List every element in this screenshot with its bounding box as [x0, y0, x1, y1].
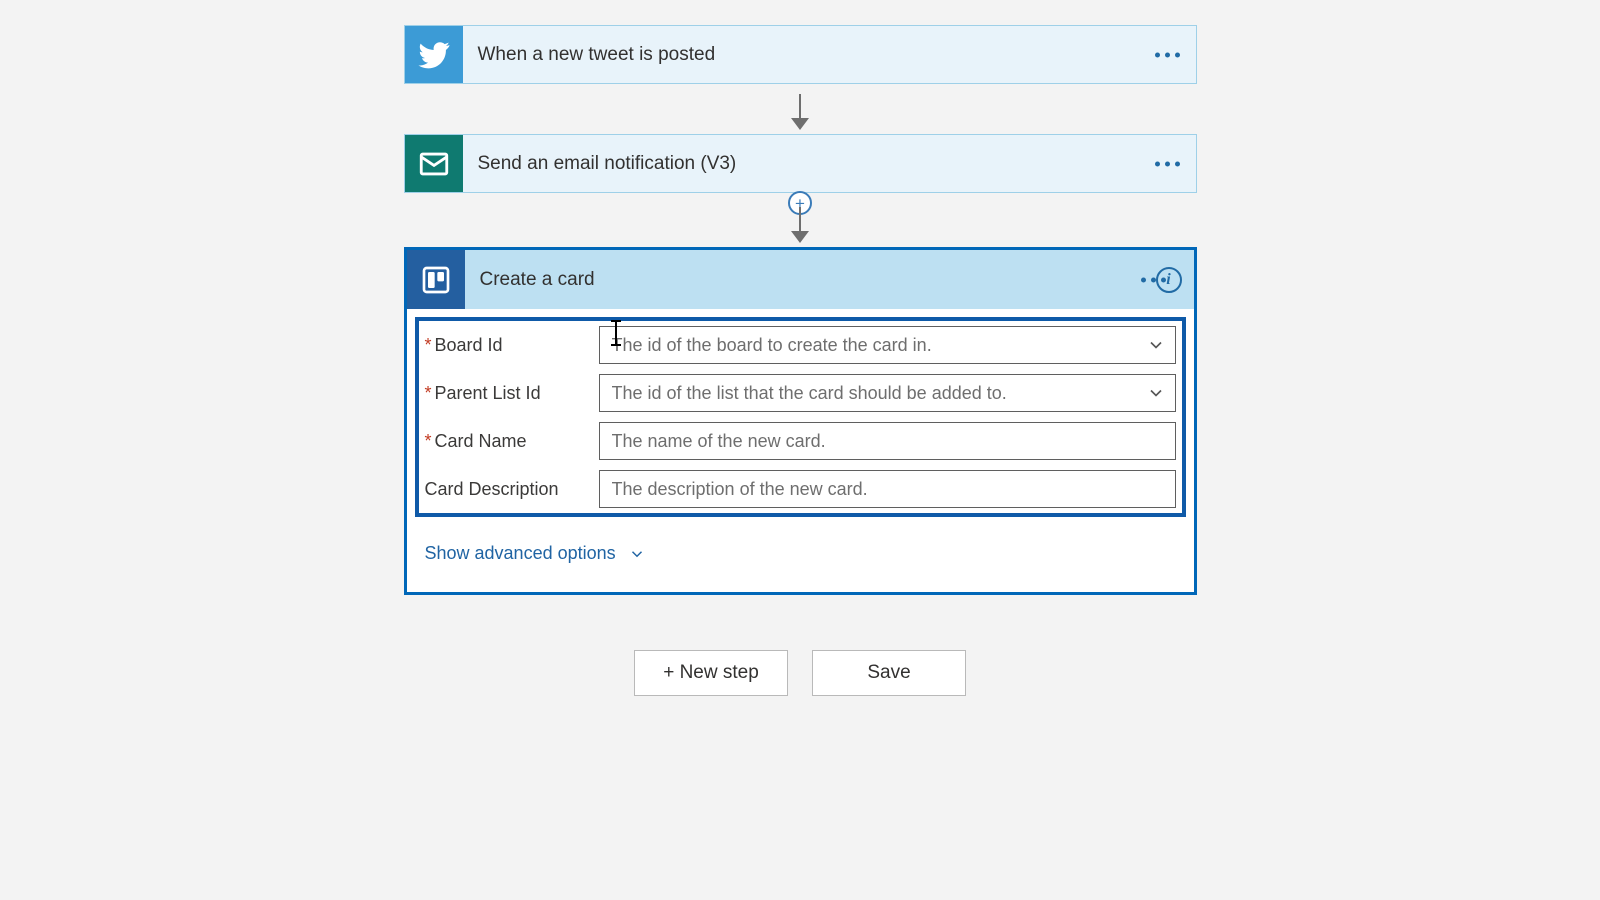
step-create-card-header[interactable]: Create a card i — [407, 250, 1194, 309]
label-board-id: Board Id — [425, 335, 599, 356]
step-create-card: Create a card i Board Id Parent List Id — [404, 247, 1197, 595]
field-board-id: Board Id — [425, 326, 1176, 364]
flow-canvas: When a new tweet is posted Send an email… — [404, 0, 1197, 696]
field-card-name: Card Name — [425, 422, 1176, 460]
input-board-id[interactable] — [599, 326, 1176, 364]
input-card-description[interactable] — [599, 470, 1176, 508]
step-title: Send an email notification (V3) — [478, 153, 737, 175]
trello-icon — [407, 250, 465, 309]
label-card-description: Card Description — [425, 479, 599, 500]
save-button[interactable]: Save — [812, 650, 966, 696]
show-advanced-options[interactable]: Show advanced options — [407, 525, 1194, 592]
more-icon[interactable] — [1155, 52, 1180, 57]
input-card-name[interactable] — [599, 422, 1176, 460]
fields-panel: Board Id Parent List Id — [415, 317, 1186, 517]
step-title: When a new tweet is posted — [478, 44, 716, 66]
footer-buttons: + New step Save — [634, 650, 966, 696]
input-parent-list-id[interactable] — [599, 374, 1176, 412]
mail-icon — [405, 135, 463, 192]
field-parent-list-id: Parent List Id — [425, 374, 1176, 412]
label-card-name: Card Name — [425, 431, 599, 452]
step-send-email[interactable]: Send an email notification (V3) — [404, 134, 1197, 193]
connector — [799, 84, 801, 134]
chevron-down-icon — [628, 545, 646, 563]
new-step-button[interactable]: + New step — [634, 650, 788, 696]
step-title: Create a card — [480, 269, 595, 291]
show-advanced-label: Show advanced options — [425, 543, 616, 564]
field-card-description: Card Description — [425, 470, 1176, 508]
connector-add: + — [799, 193, 801, 247]
more-icon[interactable] — [1155, 161, 1180, 166]
more-icon[interactable] — [1141, 277, 1166, 282]
label-parent-list-id: Parent List Id — [425, 383, 599, 404]
twitter-icon — [405, 26, 463, 83]
step-twitter-trigger[interactable]: When a new tweet is posted — [404, 25, 1197, 84]
